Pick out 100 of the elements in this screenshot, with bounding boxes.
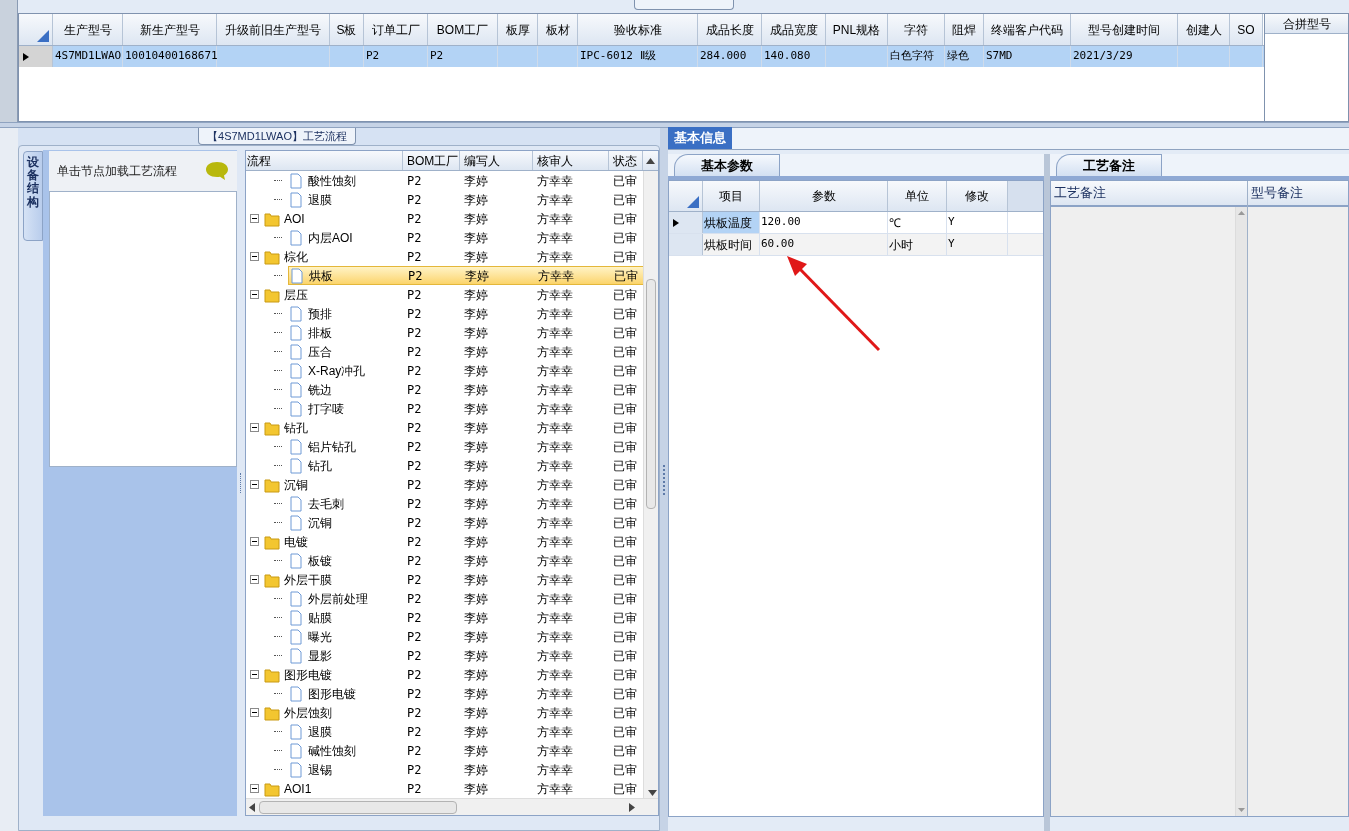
table-cell: 方幸幸: [537, 496, 573, 511]
tree-row[interactable]: 层压 P2 李婷 方幸幸 已审: [264, 285, 643, 304]
tree-row[interactable]: X-Ray冲孔 P2 李婷 方幸幸 已审: [288, 361, 643, 380]
column-header[interactable]: 板厚: [498, 14, 538, 45]
tree-row[interactable]: 退锡 P2 李婷 方幸幸 已审: [288, 760, 643, 779]
column-header[interactable]: 项目: [703, 181, 760, 211]
select-all-icon[interactable]: [687, 196, 699, 208]
column-header[interactable]: 修改: [947, 181, 1008, 211]
collapse-toggle[interactable]: [250, 290, 259, 299]
collapse-toggle[interactable]: [250, 784, 259, 793]
side-tab[interactable]: 设备结构: [23, 151, 43, 241]
column-header[interactable]: 板材: [538, 14, 578, 45]
table-cell: 李婷: [464, 249, 488, 264]
tree-row[interactable]: 退膜 P2 李婷 方幸幸 已审: [288, 722, 643, 741]
column-header[interactable]: 参数: [760, 181, 888, 211]
column-header[interactable]: 状态: [609, 151, 643, 170]
column-header[interactable]: 成品长度: [698, 14, 762, 45]
tree-row[interactable]: 退膜 P2 李婷 方幸幸 已审: [288, 190, 643, 209]
tree-row[interactable]: 贴膜 P2 李婷 方幸幸 已审: [288, 608, 643, 627]
collapse-toggle[interactable]: [250, 708, 259, 717]
table-cell: 李婷: [464, 667, 488, 682]
column-header[interactable]: 验收标准: [578, 14, 698, 45]
tree-row[interactable]: 铝片钻孔 P2 李婷 方幸幸 已审: [288, 437, 643, 456]
tree-row[interactable]: 压合 P2 李婷 方幸幸 已审: [288, 342, 643, 361]
column-header[interactable]: 终端客户代码: [984, 14, 1071, 45]
tree-label: AOI: [284, 210, 305, 228]
column-header[interactable]: 新生产型号: [123, 14, 217, 45]
column-header[interactable]: PNL规格: [826, 14, 888, 45]
column-header[interactable]: 工艺备注: [1051, 181, 1247, 207]
tree-row[interactable]: 去毛刺 P2 李婷 方幸幸 已审: [288, 494, 643, 513]
tree-row[interactable]: 铣边 P2 李婷 方幸幸 已审: [288, 380, 643, 399]
collapse-toggle[interactable]: [250, 575, 259, 584]
column-header[interactable]: 编写人: [460, 151, 533, 170]
collapse-toggle[interactable]: [250, 252, 259, 261]
tree-row[interactable]: 电镀 P2 李婷 方幸幸 已审: [264, 532, 643, 551]
scroll-thumb[interactable]: [646, 279, 656, 509]
column-header[interactable]: 成品宽度: [762, 14, 826, 45]
column-header[interactable]: BOM工厂: [428, 14, 498, 45]
column-header[interactable]: 字符: [888, 14, 945, 45]
tree-row[interactable]: 碱性蚀刻 P2 李婷 方幸幸 已审: [288, 741, 643, 760]
tree-row[interactable]: 酸性蚀刻 P2 李婷 方幸幸 已审: [288, 171, 643, 190]
tree-row[interactable]: 图形电镀 P2 李婷 方幸幸 已审: [264, 665, 643, 684]
scroll-thumb[interactable]: [259, 800, 457, 814]
scroll-right-icon[interactable]: [629, 802, 635, 812]
column-header[interactable]: 订单工厂: [364, 14, 428, 45]
scroll-down-icon[interactable]: [648, 790, 657, 796]
collapse-toggle[interactable]: [250, 214, 259, 223]
table-row[interactable]: 烘板时间 60.00 小时 Y: [669, 234, 1043, 256]
tree-row[interactable]: 内层AOI P2 李婷 方幸幸 已审: [288, 228, 643, 247]
folder-icon: [264, 666, 280, 683]
collapse-toggle[interactable]: [250, 480, 259, 489]
tree-row[interactable]: 预排 P2 李婷 方幸幸 已审: [288, 304, 643, 323]
column-header[interactable]: 升级前旧生产型号: [217, 14, 330, 45]
column-header[interactable]: 生产型号: [53, 14, 123, 45]
select-all-icon[interactable]: [37, 30, 49, 42]
table-cell: 已审: [613, 648, 637, 663]
column-header[interactable]: BOM工厂: [403, 151, 460, 170]
tree-row[interactable]: 外层蚀刻 P2 李婷 方幸幸 已审: [264, 703, 643, 722]
tree-row[interactable]: 棕化 P2 李婷 方幸幸 已审: [264, 247, 643, 266]
table-cell[interactable]: 120.00: [760, 212, 888, 233]
tab[interactable]: 基本信息: [668, 127, 732, 149]
table-cell: P2: [407, 306, 422, 321]
scroll-left-icon[interactable]: [249, 802, 255, 812]
column-header[interactable]: 创建人: [1178, 14, 1230, 45]
tree-row[interactable]: 外层前处理 P2 李婷 方幸幸 已审: [288, 589, 643, 608]
table-row[interactable]: 4S7MD1LWAO 10010400168671 P2 P2 IPC-6012 Ⅱ级 284.000 140.080 白色字符 绿色 S7MD 2021/3/29: [19, 46, 1264, 67]
tree-row[interactable]: 板镀 P2 李婷 方幸幸 已审: [288, 551, 643, 570]
tree-row[interactable]: AOI1 P2 李婷 方幸幸 已审: [264, 779, 643, 798]
tab[interactable]: 工艺备注: [1056, 154, 1162, 176]
tree-row[interactable]: 曝光 P2 李婷 方幸幸 已审: [288, 627, 643, 646]
column-header[interactable]: SO: [1230, 14, 1263, 45]
column-header[interactable]: S板: [330, 14, 364, 45]
column-header[interactable]: 型号备注: [1248, 181, 1348, 207]
table-cell: 方幸幸: [537, 648, 573, 663]
tree-row[interactable]: 打字唛 P2 李婷 方幸幸 已审: [288, 399, 643, 418]
column-header[interactable]: 型号创建时间: [1071, 14, 1178, 45]
column-header[interactable]: 核审人: [533, 151, 609, 170]
tree-row[interactable]: 沉铜 P2 李婷 方幸幸 已审: [288, 513, 643, 532]
column-header[interactable]: 单位: [888, 181, 947, 211]
tree-row[interactable]: 图形电镀 P2 李婷 方幸幸 已审: [288, 684, 643, 703]
collapse-toggle[interactable]: [250, 670, 259, 679]
tree-label: 铣边: [308, 381, 332, 399]
panel-tab[interactable]: [633, 0, 734, 10]
tab[interactable]: 基本参数: [674, 154, 780, 176]
collapse-toggle[interactable]: [250, 537, 259, 546]
tree-row[interactable]: 烘板 P2 李婷 方幸幸 已审: [288, 266, 645, 285]
tree-row[interactable]: 显影 P2 李婷 方幸幸 已审: [288, 646, 643, 665]
table-cell[interactable]: 60.00: [760, 234, 888, 255]
tree-row[interactable]: 外层干膜 P2 李婷 方幸幸 已审: [264, 570, 643, 589]
collapse-toggle[interactable]: [250, 423, 259, 432]
column-header[interactable]: 流程: [246, 151, 403, 170]
tree-row[interactable]: AOI P2 李婷 方幸幸 已审: [264, 209, 643, 228]
tree-row[interactable]: 钻孔 P2 李婷 方幸幸 已审: [264, 418, 643, 437]
table-cell: 已审: [613, 230, 637, 245]
tree-row[interactable]: 钻孔 P2 李婷 方幸幸 已审: [288, 456, 643, 475]
table-row[interactable]: 烘板温度 120.00 ℃ Y: [669, 212, 1043, 234]
table-cell: 方幸幸: [537, 211, 573, 226]
tree-row[interactable]: 沉铜 P2 李婷 方幸幸 已审: [264, 475, 643, 494]
tree-row[interactable]: 排板 P2 李婷 方幸幸 已审: [288, 323, 643, 342]
column-header[interactable]: 阻焊: [945, 14, 984, 45]
